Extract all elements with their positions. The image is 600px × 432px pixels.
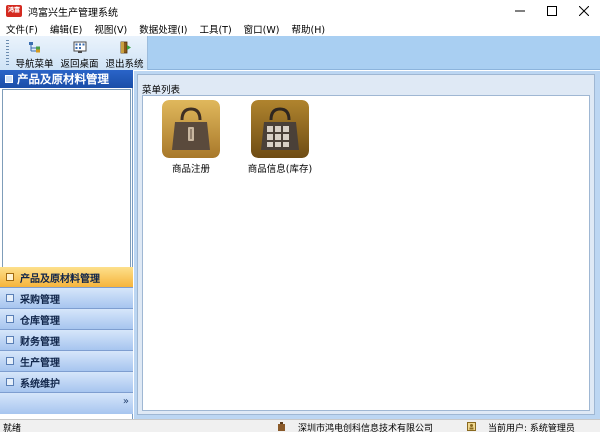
product-inventory-icon xyxy=(251,100,309,158)
nav-item-label: 产品及原材料管理 xyxy=(20,273,100,285)
product-register-item[interactable]: 商品注册 xyxy=(151,100,231,175)
menu-edit[interactable]: 编辑(E) xyxy=(50,22,82,36)
exit-system-label: 退出系统 xyxy=(105,59,144,70)
menu-data[interactable]: 数据处理(I) xyxy=(139,22,187,36)
double-chevron-down-icon[interactable]: » xyxy=(123,397,129,407)
product-inventory-label: 商品信息(库存) xyxy=(247,164,313,175)
square-icon xyxy=(6,315,14,323)
window-title: 鸿富兴生产管理系统 xyxy=(28,7,118,19)
navigation-menu-button[interactable]: 导航菜单 xyxy=(12,36,57,70)
close-icon xyxy=(579,6,589,16)
maximize-icon xyxy=(547,6,557,16)
minimize-button[interactable] xyxy=(504,0,536,22)
navigation-pane-header: 产品及原材料管理 xyxy=(0,70,133,88)
product-inventory-item[interactable]: 商品信息(库存) xyxy=(240,100,320,175)
status-company-text: 深圳市鸿电创科信息技术有限公司 xyxy=(298,424,434,432)
nav-item-production[interactable]: 生产管理 xyxy=(0,351,133,372)
square-icon xyxy=(6,273,14,281)
title-bar: 鸿富 鸿富兴生产管理系统 xyxy=(0,0,600,22)
navigation-pane-title: 产品及原材料管理 xyxy=(17,72,109,86)
navigation-menu-label: 导航菜单 xyxy=(15,59,54,70)
header-square-icon xyxy=(5,75,13,83)
navigation-icon xyxy=(28,42,40,53)
product-register-label: 商品注册 xyxy=(171,164,210,175)
company-icon xyxy=(278,422,285,431)
square-icon xyxy=(6,378,14,386)
panel-title: 菜单列表 xyxy=(142,85,181,96)
status-bar: 就绪 深圳市鸿电创科信息技术有限公司 当前用户: 系统管理员 xyxy=(0,419,600,432)
nav-item-label: 生产管理 xyxy=(20,357,60,369)
toolbar-grip[interactable] xyxy=(6,40,9,66)
return-desktop-button[interactable]: 返回桌面 xyxy=(57,36,102,70)
desktop-icon xyxy=(73,41,86,53)
menu-list-area: 商品注册 商品信息(库存) xyxy=(142,95,590,411)
app-logo-icon: 鸿富 xyxy=(6,5,22,17)
exit-system-button[interactable]: 退出系统 xyxy=(102,36,147,70)
exit-icon xyxy=(120,41,131,54)
status-ready-text: 就绪 xyxy=(3,424,22,432)
menu-list-panel: 菜单列表 商品注册 商品信息(库存) xyxy=(137,74,595,415)
square-icon xyxy=(6,336,14,344)
close-button[interactable] xyxy=(568,0,600,22)
nav-item-finance[interactable]: 财务管理 xyxy=(0,330,133,351)
product-register-icon xyxy=(162,100,220,158)
menu-tools[interactable]: 工具(T) xyxy=(199,22,231,36)
nav-item-warehouse[interactable]: 仓库管理 xyxy=(0,309,133,330)
toolbar: 导航菜单 返回桌面 退出系统 xyxy=(0,36,600,70)
minimize-icon xyxy=(515,10,525,12)
menu-bar: 文件(F) 编辑(E) 视图(V) 数据处理(I) 工具(T) 窗口(W) 帮助… xyxy=(0,22,600,36)
maximize-button[interactable] xyxy=(536,0,568,22)
nav-item-label: 采购管理 xyxy=(20,294,60,306)
status-user-text: 当前用户: 系统管理员 xyxy=(488,424,575,432)
window-controls xyxy=(504,0,600,22)
nav-item-maintenance[interactable]: 系统维护 xyxy=(0,372,133,393)
menu-window[interactable]: 窗口(W) xyxy=(244,22,280,36)
menu-file[interactable]: 文件(F) xyxy=(6,22,38,36)
square-icon xyxy=(6,294,14,302)
return-desktop-label: 返回桌面 xyxy=(60,59,99,70)
square-icon xyxy=(6,357,14,365)
toolbar-group: 导航菜单 返回桌面 退出系统 xyxy=(0,36,148,70)
module-list-footer: » xyxy=(0,393,133,414)
nav-item-purchasing[interactable]: 采购管理 xyxy=(0,288,133,309)
nav-item-label: 系统维护 xyxy=(20,378,60,390)
workspace: 菜单列表 商品注册 商品信息(库存) xyxy=(134,71,600,419)
nav-item-products[interactable]: 产品及原材料管理 xyxy=(0,267,133,288)
nav-item-label: 仓库管理 xyxy=(20,315,60,327)
navigation-pane: 产品及原材料管理 产品及原材料管理 采购管理 仓库管理 财务管理 生产管理 系统… xyxy=(0,70,133,419)
module-list: 产品及原材料管理 采购管理 仓库管理 财务管理 生产管理 系统维护 » xyxy=(0,267,133,414)
menu-view[interactable]: 视图(V) xyxy=(94,22,127,36)
nav-item-label: 财务管理 xyxy=(20,336,60,348)
user-icon xyxy=(467,422,476,431)
menu-help[interactable]: 帮助(H) xyxy=(291,22,325,36)
